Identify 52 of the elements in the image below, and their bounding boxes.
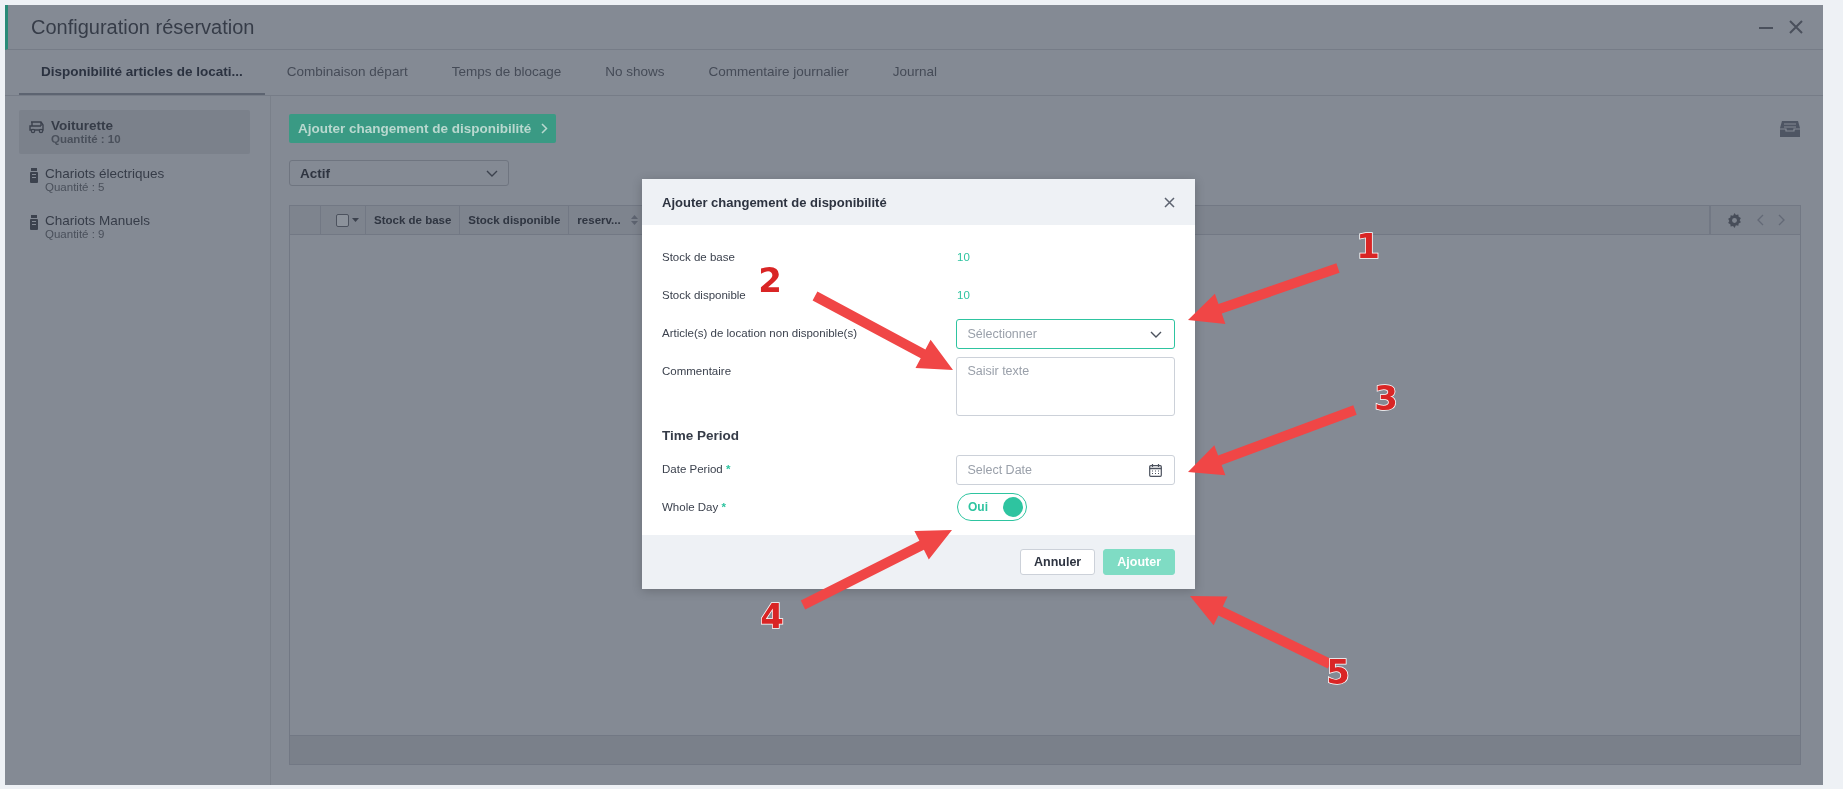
tab[interactable]: No shows (583, 50, 687, 95)
field-label: Article(s) de location non disponible(s) (662, 326, 858, 339)
calendar-icon (1149, 463, 1162, 477)
annotation-number: 3 (1374, 378, 1398, 418)
date-field[interactable]: Select Date (956, 455, 1175, 485)
sidebar-item[interactable]: Chariots électriques Quantité : 5 (19, 157, 250, 202)
golf-bag-icon (29, 167, 39, 184)
golf-cart-icon (29, 120, 45, 134)
tab[interactable]: Disponibilité articles de locati... (19, 50, 265, 95)
annotation-number: 5 (1326, 652, 1350, 692)
add-availability-button[interactable]: Ajouter changement de disponibilité (289, 114, 557, 143)
item-name: Voiturette (51, 118, 114, 133)
annotation-number: 4 (760, 596, 784, 636)
chevron-right-icon (541, 123, 549, 134)
item-name: Chariots électriques (45, 165, 165, 181)
field-value: 10 (957, 250, 970, 263)
dialog-title: Ajouter changement de disponibilité (662, 194, 887, 210)
toggle-switch[interactable]: Oui (957, 493, 1027, 521)
section-title: Time Period (662, 428, 741, 443)
window-title: Configuration réservation (31, 15, 256, 39)
select-field[interactable]: Sélectionner (956, 319, 1175, 349)
settings-icon (1727, 212, 1742, 228)
tab[interactable]: Commentaire journalier (686, 50, 871, 95)
golf-bag-icon (29, 215, 39, 232)
column-header[interactable]: Stock disponible (460, 206, 570, 234)
field-label: Stock de base (662, 250, 736, 263)
tab[interactable]: Combinaison départ (264, 50, 430, 95)
item-name: Chariots Manuels (45, 213, 151, 229)
status-dropdown[interactable]: Actif (289, 160, 509, 186)
cancel-button[interactable]: Annuler (1020, 549, 1096, 575)
chevron-right-icon (1778, 214, 1786, 226)
inbox-icon (1779, 119, 1801, 138)
chevron-down-icon (1150, 330, 1162, 338)
comment-field[interactable]: Saisir texte (956, 357, 1175, 416)
select-all-checkbox[interactable] (336, 213, 349, 227)
close-icon[interactable] (1164, 196, 1175, 208)
field-value: 10 (957, 288, 970, 301)
column-header[interactable]: Stock de base (366, 206, 461, 234)
caret-down-icon (352, 218, 359, 222)
chevron-left-icon (1756, 214, 1764, 226)
tab[interactable]: Journal (870, 50, 960, 95)
field-label: Date Period * (662, 462, 732, 475)
field-label: Commentaire (662, 364, 733, 377)
chevron-down-icon (486, 169, 498, 177)
annotation-number: 1 (1356, 226, 1380, 266)
field-label: Whole Day * (662, 500, 727, 513)
field-label: Stock disponible (662, 288, 747, 301)
tab[interactable]: Temps de blocage (429, 50, 584, 95)
item-quantity: Quantité : 5 (45, 180, 105, 194)
sort-icon (630, 215, 638, 225)
close-icon[interactable] (1789, 20, 1803, 34)
annotation-number: 2 (758, 260, 782, 300)
